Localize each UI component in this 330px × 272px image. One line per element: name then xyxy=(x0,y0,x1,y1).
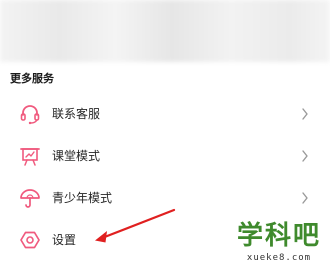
chevron-right-icon xyxy=(302,150,308,162)
classroom-board-icon xyxy=(20,148,40,166)
menu-item-label: 联系客服 xyxy=(52,107,101,121)
watermark-url: xueke8.com xyxy=(246,253,312,263)
menu-item-youth-mode[interactable]: 青少年模式 xyxy=(0,180,330,216)
section-title: 更多服务 xyxy=(10,72,54,85)
blurred-header-card xyxy=(0,0,330,62)
headset-icon xyxy=(20,105,40,125)
watermark-logo: 学科吧 xueke8.com xyxy=(234,220,324,270)
menu-item-label: 设置 xyxy=(52,233,77,247)
menu-item-contact-service[interactable]: 联系客服 xyxy=(0,96,330,132)
chevron-right-icon xyxy=(302,108,308,120)
menu-item-label: 青少年模式 xyxy=(52,191,113,205)
watermark-title: 学科吧 xyxy=(236,221,321,251)
umbrella-icon xyxy=(20,189,40,208)
chevron-right-icon xyxy=(302,192,308,204)
settings-hexagon-icon xyxy=(20,231,40,249)
menu-item-classroom-mode[interactable]: 课堂模式 xyxy=(0,138,330,174)
menu-item-label: 课堂模式 xyxy=(52,149,101,163)
